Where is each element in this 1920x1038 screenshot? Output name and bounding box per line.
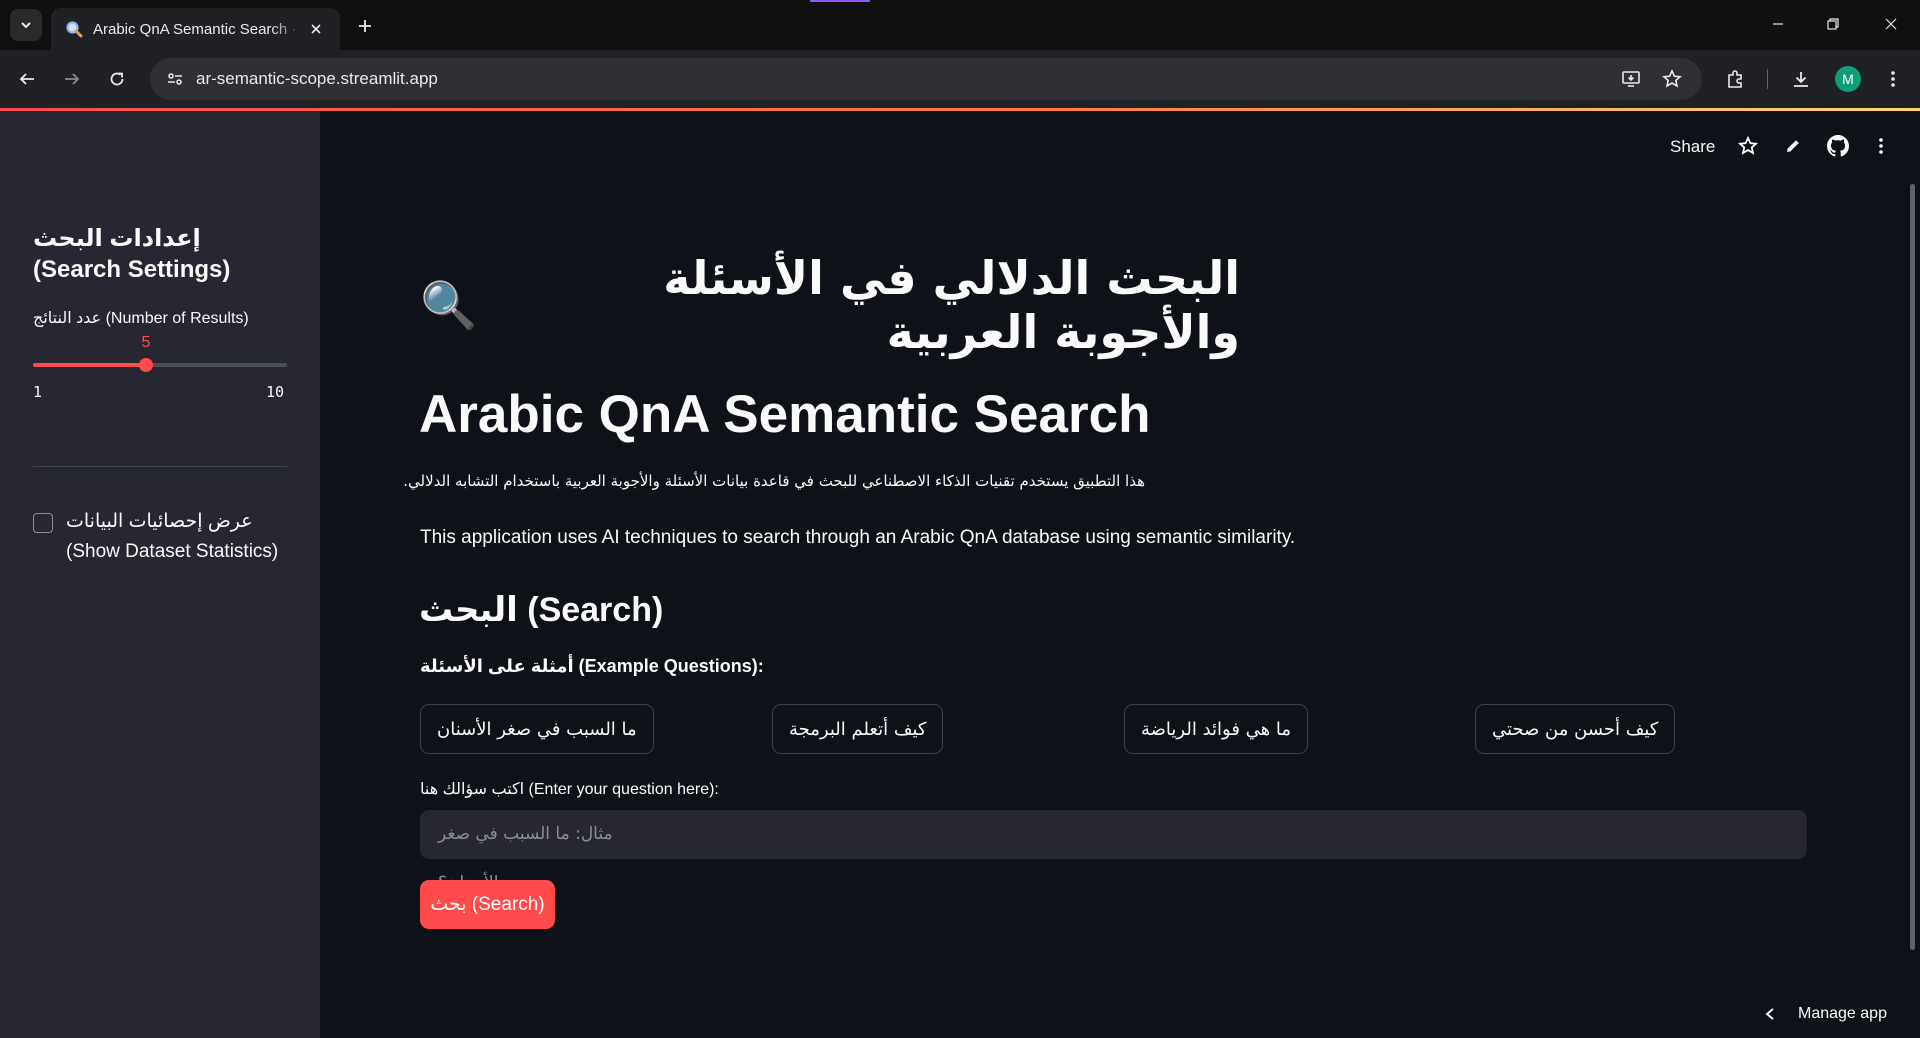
description-arabic: هذا التطبيق يستخدم تقنيات الذكاء الاصطنا…: [403, 472, 1145, 490]
description-english: This application uses AI techniques to s…: [420, 527, 1296, 548]
minimize-button[interactable]: [1755, 8, 1801, 40]
slider-thumb[interactable]: [139, 358, 153, 372]
toolbar-separator: [1767, 69, 1768, 89]
profile-avatar[interactable]: M: [1835, 66, 1861, 92]
page-title-arabic: 🔍 البحث الدلالي في الأسئلة والأجوبة العر…: [420, 251, 1240, 359]
restore-button[interactable]: [1810, 8, 1856, 40]
reload-icon: [110, 72, 124, 86]
kebab-menu-icon: [1879, 138, 1883, 154]
reload-button[interactable]: [100, 62, 134, 96]
extensions-icon: [1728, 70, 1742, 88]
download-icon: [1794, 72, 1808, 87]
page-title: Arabic QnA Semantic Search: [419, 385, 1151, 444]
github-button[interactable]: [1825, 133, 1851, 159]
plus-icon: [359, 20, 371, 32]
chevron-left-icon: [1765, 1008, 1774, 1020]
tab-group-indicator: [810, 0, 870, 2]
page-title-arabic-text: البحث الدلالي في الأسئلة والأجوبة العربي…: [663, 251, 1240, 359]
forward-button[interactable]: [55, 62, 89, 96]
restore-icon: [1827, 18, 1839, 30]
bookmark-button[interactable]: [1655, 62, 1689, 96]
show-statistics-label[interactable]: عرض إحصائيات البيانات (Show Dataset Stat…: [66, 507, 291, 567]
github-icon: [1827, 135, 1849, 157]
close-tab-button[interactable]: [306, 19, 326, 39]
kebab-menu-icon: [1891, 71, 1895, 87]
new-tab-button[interactable]: [352, 13, 378, 39]
browser-tabstrip: Arabic QnA Semantic Search · Streamlit: [0, 0, 1920, 50]
tab-search-button[interactable]: [10, 9, 42, 41]
question-input-label: اكتب سؤالك هنا (Enter your question here…: [420, 781, 719, 798]
back-button[interactable]: [10, 62, 44, 96]
magnifier-icon: 🔍: [420, 278, 478, 331]
bookmark-star-icon: [1662, 69, 1682, 88]
search-button[interactable]: بحث (Search): [420, 880, 555, 929]
browser-toolbar: ar-semantic-scope.streamlit.app M: [0, 50, 1920, 108]
sidebar-title: إعدادات البحث (Search Settings): [33, 225, 231, 283]
back-icon: [19, 73, 34, 85]
downloads-button[interactable]: [1784, 62, 1818, 96]
extensions-button[interactable]: [1718, 62, 1752, 96]
star-icon: [1738, 136, 1758, 155]
close-icon: [1885, 18, 1897, 30]
edit-button[interactable]: [1780, 133, 1806, 159]
slider-max-label: 10: [266, 383, 285, 401]
manage-app-button[interactable]: Manage app: [1764, 1005, 1887, 1023]
example-question-button[interactable]: كيف أتعلم البرمجة: [772, 704, 944, 754]
search-section-heading: البحث (Search): [419, 591, 664, 629]
example-question-button[interactable]: ما السبب في صغر الأسنان: [420, 704, 654, 754]
example-question-button[interactable]: ما هي فوائد الرياضة: [1124, 704, 1308, 754]
slider-current-value: 5: [141, 334, 151, 351]
show-statistics-checkbox[interactable]: [33, 513, 53, 533]
manage-app-label: Manage app: [1798, 1005, 1887, 1022]
page-scrollbar[interactable]: [1910, 184, 1915, 950]
install-app-button[interactable]: [1614, 62, 1648, 96]
url-text: ar-semantic-scope.streamlit.app: [196, 69, 438, 88]
number-of-results-slider[interactable]: [33, 358, 287, 372]
address-bar[interactable]: ar-semantic-scope.streamlit.app: [150, 58, 1702, 100]
favorite-button[interactable]: [1735, 133, 1761, 159]
sidebar-divider: [33, 466, 287, 467]
site-info-icon[interactable]: [166, 70, 184, 88]
slider-min-label: 1: [33, 383, 43, 401]
slider-label: عدد النتائج (Number of Results): [33, 310, 249, 327]
close-icon: [311, 24, 321, 34]
example-question-button[interactable]: كيف أحسن من صحتي: [1475, 704, 1676, 754]
tab-title: Arabic QnA Semantic Search · Streamlit: [93, 20, 303, 38]
share-button[interactable]: Share: [1670, 137, 1715, 157]
example-questions-label: أمثلة على الأسئلة (Example Questions):: [420, 656, 764, 676]
pencil-icon: [1787, 140, 1799, 152]
install-app-icon: [1622, 71, 1640, 87]
browser-menu-button[interactable]: [1876, 62, 1910, 96]
browser-tab-active[interactable]: Arabic QnA Semantic Search · Streamlit: [51, 8, 340, 50]
forward-icon: [65, 73, 80, 85]
question-input-placeholder: مثال: ما السبب في صغر الأسنان؟: [438, 824, 613, 893]
chevron-down-icon: [21, 22, 31, 29]
magnifier-favicon: [66, 21, 83, 38]
app-menu-button[interactable]: [1868, 133, 1894, 159]
minimize-icon: [1773, 23, 1783, 25]
close-window-button[interactable]: [1868, 8, 1914, 40]
slider-fill: [33, 363, 146, 367]
